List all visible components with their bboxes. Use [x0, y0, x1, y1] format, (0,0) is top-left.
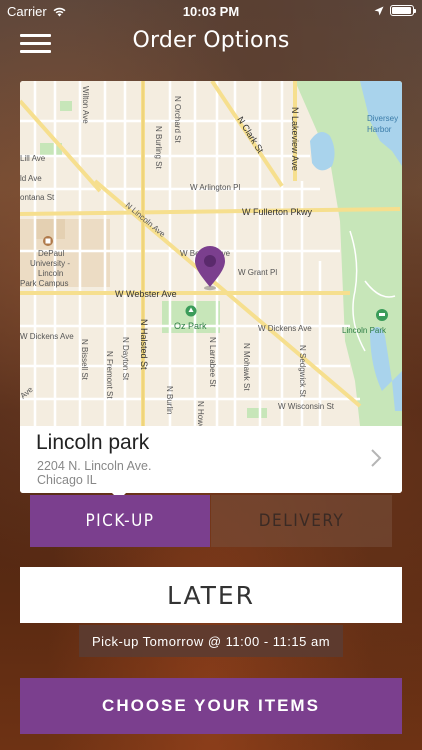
map-label-ld: ld Ave: [20, 174, 42, 183]
status-time: 10:03 PM: [182, 4, 240, 19]
page-title: Order Options: [132, 28, 290, 53]
map-label-lakeview: N Lakeview Ave: [290, 107, 300, 171]
location-card[interactable]: Wilton Ave N Orchard St N Burling St N C…: [20, 81, 402, 493]
status-bar: Carrier 10:03 PM: [0, 0, 422, 22]
location-info[interactable]: Lincoln park 2204 N. Lincoln Ave. Chicag…: [20, 426, 402, 493]
map-label-grant: W Grant Pl: [238, 268, 277, 277]
map-label-depaul-2: University -: [30, 259, 70, 268]
map-label-sedgwick: N Sedgwick St: [298, 345, 307, 398]
map-label-arlington: W Arlington Pl: [190, 183, 240, 192]
pickup-button[interactable]: PICK-UP: [30, 495, 210, 547]
chevron-right-icon[interactable]: [370, 448, 382, 468]
map-label-mohawk: N Mohawk St: [242, 343, 251, 391]
map-label-oz-park: Oz Park: [174, 321, 207, 331]
map-label-burling-top: N Burling St: [154, 126, 163, 169]
map-label-dickens-right: W Dickens Ave: [258, 324, 312, 333]
map-label-howe: N Howe: [196, 401, 205, 426]
map-label-depaul-1: DePaul: [38, 249, 64, 258]
map-view[interactable]: Wilton Ave N Orchard St N Burling St N C…: [20, 81, 402, 426]
location-arrow-icon: [374, 6, 384, 15]
delivery-button[interactable]: DELIVERY: [211, 495, 392, 547]
map-label-larrabee: N Larrabee St: [208, 337, 217, 388]
location-address-line2: Chicago IL: [37, 473, 97, 487]
map-label-webster: W Webster Ave: [115, 289, 177, 299]
map-label-lincoln-park: Lincoln Park: [342, 326, 387, 335]
map-label-wisconsin: W Wisconsin St: [278, 402, 335, 411]
map-label-orchard: N Orchard St: [173, 96, 182, 143]
later-button[interactable]: LATER: [20, 567, 402, 623]
battery-icon: [390, 5, 416, 16]
map-label-bissell: N Bissell St: [80, 339, 89, 381]
map-label-lill: Lill Ave: [20, 154, 46, 163]
map-label-fremont: N Fremont St: [105, 351, 114, 399]
choose-items-button[interactable]: CHOOSE YOUR ITEMS: [20, 678, 402, 734]
map-label-burling-bottom: N Burlin: [165, 386, 174, 414]
map-label-montana: ontana St: [20, 193, 55, 202]
map-label-harbor: Harbor: [367, 125, 392, 134]
location-address-line1: 2204 N. Lincoln Ave.: [37, 459, 152, 473]
map-label-depaul-4: Park Campus: [20, 279, 68, 288]
map-label-dayton: N Dayton St: [121, 337, 130, 381]
map-label-depaul-3: Lincoln: [38, 269, 63, 278]
map-label-diversey: Diversey: [367, 114, 398, 123]
map-label-wilton: Wilton Ave: [81, 86, 90, 124]
status-right: [374, 5, 416, 16]
map-label-dickens-left: W Dickens Ave: [20, 332, 74, 341]
pickup-time-badge: Pick-up Tomorrow @ 11:00 - 11:15 am: [79, 625, 343, 657]
map-label-halsted: N Halsted St: [139, 319, 149, 370]
nav-bar: Order Options: [0, 22, 422, 62]
location-name: Lincoln park: [36, 431, 150, 454]
map-label-fullerton: W Fullerton Pkwy: [242, 207, 313, 217]
